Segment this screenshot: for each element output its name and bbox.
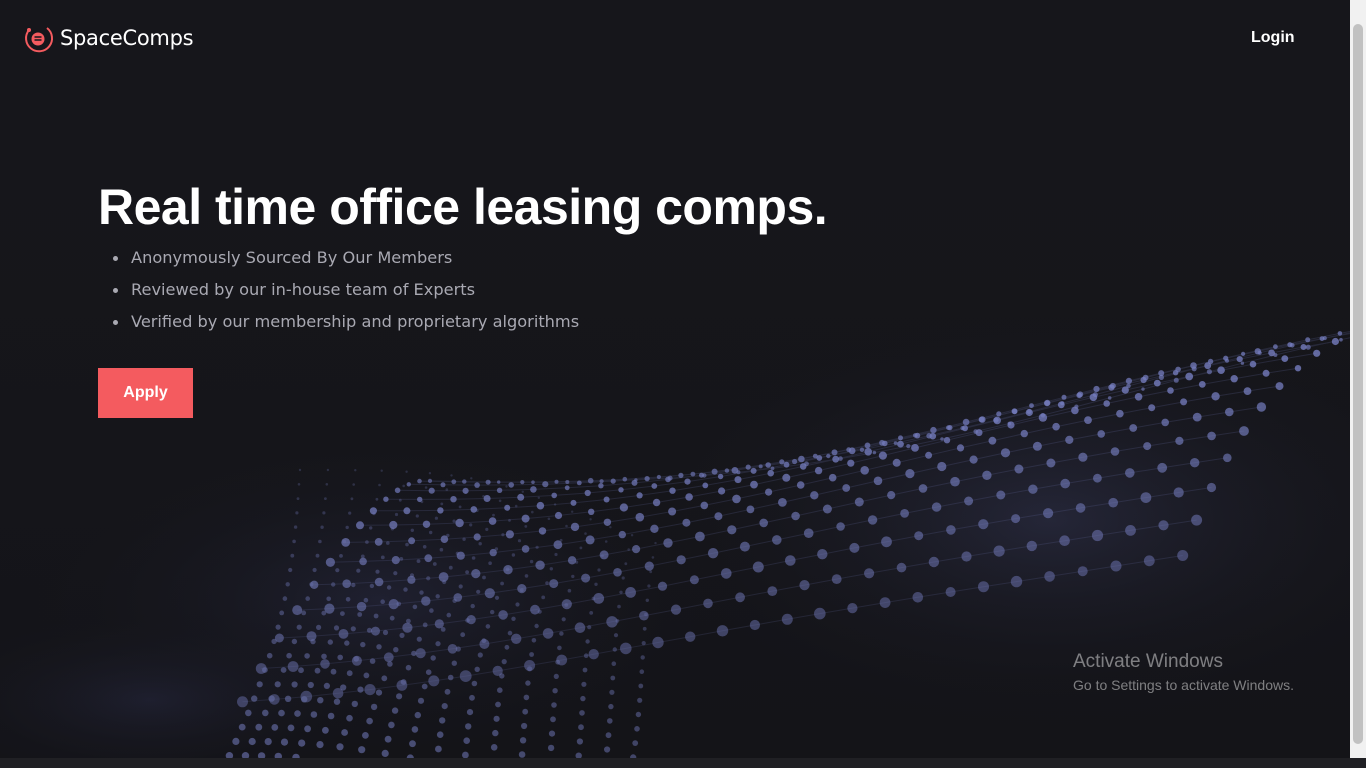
login-link[interactable]: Login: [1251, 28, 1295, 48]
bottom-edge: [0, 758, 1366, 768]
activation-subtitle: Go to Settings to activate Windows.: [1073, 677, 1294, 693]
vertical-scrollbar[interactable]: [1350, 0, 1366, 758]
feature-item: Verified by our membership and proprieta…: [98, 306, 958, 338]
top-navbar: SpaceComps Login: [0, 0, 1350, 78]
brand-logo-link[interactable]: SpaceComps: [22, 20, 194, 56]
feature-item: Reviewed by our in-house team of Experts: [98, 274, 958, 306]
feature-list: Anonymously Sourced By Our Members Revie…: [98, 242, 958, 338]
browser-viewport: SpaceComps Login Real time office leasin…: [0, 0, 1366, 768]
hero-title: Real time office leasing comps.: [98, 179, 828, 235]
feature-text: Anonymously Sourced By Our Members: [131, 248, 453, 267]
spacecomps-logo-icon: [25, 27, 54, 53]
brand-name: SpaceComps: [60, 26, 194, 50]
activation-title: Activate Windows: [1073, 651, 1223, 672]
landing-page: SpaceComps Login Real time office leasin…: [0, 0, 1350, 758]
windows-activation-watermark: Activate Windows Go to Settings to activ…: [1073, 650, 1294, 696]
feature-text: Reviewed by our in-house team of Experts: [131, 280, 476, 299]
scrollbar-thumb[interactable]: [1353, 24, 1363, 744]
feature-item: Anonymously Sourced By Our Members: [98, 242, 958, 274]
bullet-icon: [113, 256, 118, 261]
feature-text: Verified by our membership and proprieta…: [131, 312, 580, 331]
hero-section: Real time office leasing comps. Anonymou…: [98, 176, 958, 418]
bullet-icon: [113, 320, 118, 325]
apply-button[interactable]: Apply: [98, 368, 193, 418]
bullet-icon: [113, 288, 118, 293]
